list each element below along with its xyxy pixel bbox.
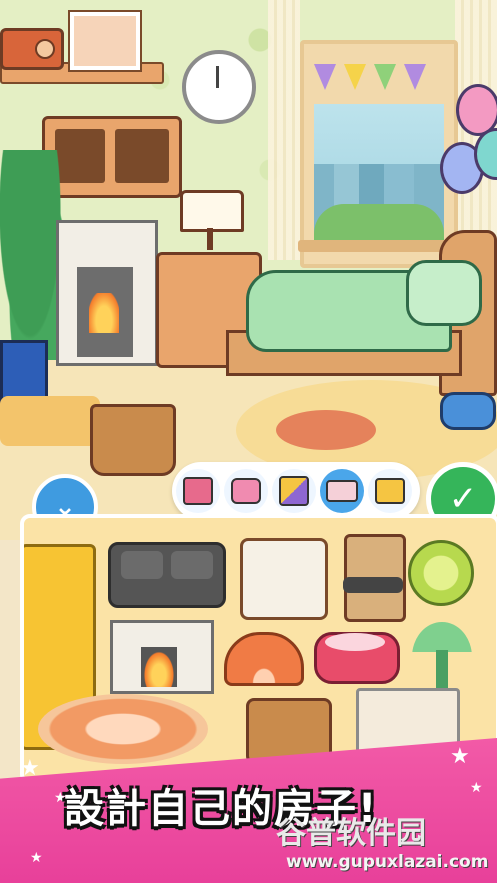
bathroom-sink-icon bbox=[231, 478, 261, 504]
watermark: 谷普软件园 www.gupuxlazai.com bbox=[276, 808, 497, 883]
stairs-room-icon bbox=[279, 476, 309, 506]
kitchen-stove-icon bbox=[183, 477, 213, 505]
item-fireplace[interactable] bbox=[110, 620, 214, 694]
star-icon: ★ bbox=[20, 756, 40, 781]
tab-bedroom[interactable] bbox=[320, 469, 364, 513]
lamp-stem bbox=[207, 228, 213, 250]
item-armchair[interactable] bbox=[240, 538, 328, 620]
room-scene[interactable] bbox=[0, 0, 497, 540]
watermark-line2: www.gupuxlazai.com bbox=[286, 852, 489, 872]
blue-slipper[interactable] bbox=[440, 392, 496, 430]
wall-clock[interactable] bbox=[182, 50, 256, 124]
radio[interactable] bbox=[0, 28, 64, 70]
item-sofa[interactable] bbox=[108, 542, 226, 608]
tab-livingroom[interactable] bbox=[272, 469, 316, 513]
watermark-line1: 谷普软件园 bbox=[276, 816, 426, 851]
furniture-panel[interactable] bbox=[20, 514, 497, 784]
star-icon: ★ bbox=[470, 780, 483, 796]
tab-kitchen[interactable] bbox=[176, 469, 220, 513]
wall-painting[interactable] bbox=[70, 12, 140, 70]
curtain-left bbox=[268, 0, 300, 260]
small-rug[interactable] bbox=[0, 396, 100, 446]
fireplace[interactable] bbox=[56, 220, 158, 366]
item-orange-round-rug[interactable] bbox=[38, 694, 208, 764]
item-green-lamp[interactable] bbox=[412, 622, 472, 692]
category-bar bbox=[172, 462, 420, 520]
item-orange-slice-rug[interactable] bbox=[224, 632, 304, 686]
bunting-flag bbox=[404, 64, 426, 90]
fire-icon bbox=[89, 293, 119, 333]
bed[interactable] bbox=[226, 230, 497, 400]
bed-icon bbox=[326, 480, 358, 502]
tab-outdoor[interactable] bbox=[368, 469, 412, 513]
bunting-flag bbox=[314, 64, 336, 90]
bunting-flag bbox=[374, 64, 396, 90]
bed-pillow bbox=[406, 260, 482, 326]
star-icon: ★ bbox=[450, 744, 470, 769]
star-icon: ★ bbox=[30, 850, 43, 866]
tab-bathroom[interactable] bbox=[224, 469, 268, 513]
item-pink-pouf[interactable] bbox=[314, 632, 400, 684]
wicker-basket[interactable] bbox=[90, 404, 176, 476]
cart-icon bbox=[375, 478, 405, 504]
bunting-flag bbox=[344, 64, 366, 90]
check-icon: ✓ bbox=[448, 479, 478, 519]
radio-dial bbox=[35, 39, 55, 59]
item-wooden-chair[interactable] bbox=[343, 534, 406, 622]
item-lime-rug[interactable] bbox=[408, 540, 474, 606]
cabinet-perfume-books bbox=[115, 129, 169, 183]
lamp-shade bbox=[180, 190, 244, 232]
